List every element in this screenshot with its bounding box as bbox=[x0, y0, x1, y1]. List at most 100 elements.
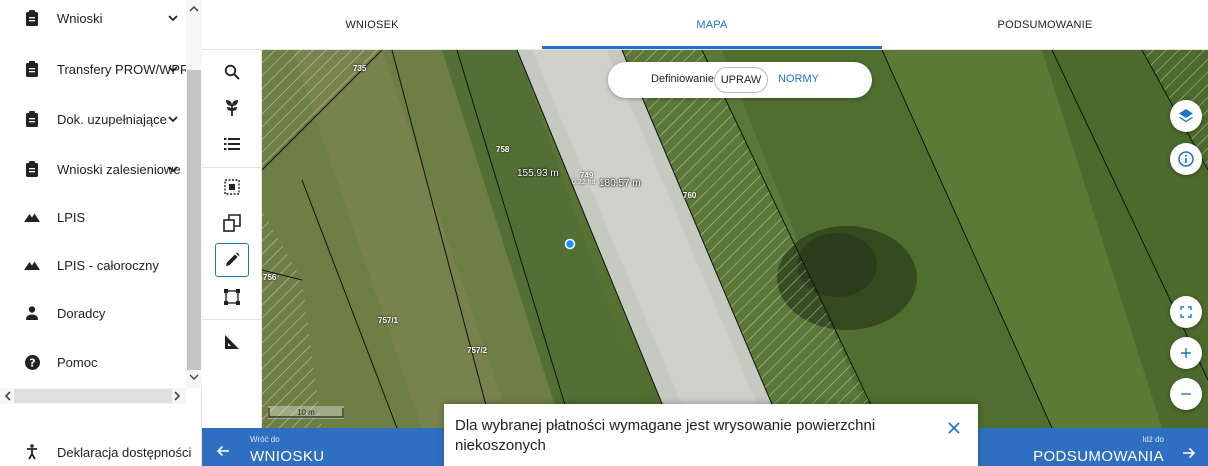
list-tool-button[interactable] bbox=[215, 127, 249, 161]
scrollbar-thumb[interactable] bbox=[14, 389, 172, 403]
person-icon bbox=[24, 304, 40, 322]
pencil-icon bbox=[226, 252, 240, 266]
back-to-wniosek-button[interactable]: Wróć do WNIOSKU bbox=[202, 428, 452, 466]
select-area-icon bbox=[224, 179, 240, 195]
parcel-label: 756 bbox=[263, 273, 277, 282]
map-toolbar bbox=[202, 50, 262, 428]
info-button[interactable] bbox=[1170, 143, 1202, 175]
measurement-label: 180.57 m bbox=[599, 178, 641, 189]
sidebar-item-doradcy[interactable]: Doradcy bbox=[0, 298, 186, 328]
scrollbar-thumb[interactable] bbox=[187, 70, 201, 370]
toolbar-divider bbox=[202, 167, 262, 168]
chevron-down-icon[interactable] bbox=[188, 372, 200, 382]
scale-label: 10 m bbox=[297, 408, 315, 417]
sidebar-item-dok-uzupelniajace[interactable]: Dok. uzupełniające bbox=[0, 104, 186, 134]
draw-tool-button[interactable] bbox=[215, 243, 249, 277]
accessibility-icon bbox=[24, 443, 40, 461]
help-icon: ? bbox=[24, 353, 40, 371]
tab-bar: WNIOSEK MAPA PODSUMOWANIE bbox=[202, 0, 1208, 50]
copy-shape-icon bbox=[223, 214, 241, 232]
next-small-label: Idź do bbox=[1142, 435, 1164, 444]
sidebar-item-lpis[interactable]: LPIS bbox=[0, 202, 186, 232]
sidebar-item-label: Wnioski zalesieniowe bbox=[57, 161, 181, 177]
tab-mapa[interactable]: MAPA bbox=[542, 0, 882, 50]
sidebar-item-wnioski-zalesieniowe[interactable]: Wnioski zalesieniowe bbox=[0, 154, 186, 184]
mountain-icon bbox=[24, 208, 40, 226]
back-big-label: WNIOSKU bbox=[250, 448, 325, 465]
close-icon bbox=[948, 422, 960, 434]
measurement-label: 155.93 m bbox=[517, 168, 559, 179]
go-to-podsumowanie-button[interactable]: Idź do PODSUMOWANIA bbox=[970, 428, 1208, 466]
layers-icon bbox=[1179, 109, 1193, 123]
parcel-label: 757/2 bbox=[467, 346, 488, 355]
definition-label: Definiowanie bbox=[651, 73, 714, 85]
sidebar-item-wnioski[interactable]: Wnioski bbox=[0, 3, 186, 33]
toast-close-button[interactable] bbox=[944, 418, 964, 438]
next-big-label: PODSUMOWANIA bbox=[1033, 448, 1164, 465]
sidebar-item-label: LPIS - całoroczny bbox=[57, 257, 159, 273]
sidebar: Wnioski Transfery PROW/WPR Dok. uzupełni… bbox=[0, 0, 202, 466]
sidebar-item-pomoc[interactable]: ? Pomoc bbox=[0, 347, 186, 377]
back-small-label: Wróć do bbox=[250, 435, 280, 444]
clipboard-icon bbox=[24, 60, 40, 78]
area-label: 0.22 ha bbox=[572, 179, 596, 186]
tab-wniosek[interactable]: WNIOSEK bbox=[202, 0, 542, 50]
plus-icon bbox=[1181, 348, 1191, 358]
sidebar-item-label: Pomoc bbox=[57, 354, 98, 370]
arrow-left-icon bbox=[216, 445, 229, 457]
sidebar-item-label: Wnioski bbox=[57, 10, 103, 26]
chevron-left-icon[interactable] bbox=[3, 391, 13, 401]
fullscreen-button[interactable] bbox=[1170, 296, 1202, 328]
chevron-down-icon bbox=[168, 166, 178, 173]
chevron-down-icon bbox=[168, 15, 178, 22]
definition-toggle: Definiowanie UPRAW NORMY bbox=[608, 62, 872, 98]
fullscreen-icon bbox=[1180, 306, 1192, 318]
definition-option-upraw[interactable]: UPRAW bbox=[714, 67, 768, 93]
app-root: Wnioski Transfery PROW/WPR Dok. uzupełni… bbox=[0, 0, 1208, 466]
parcel-label: 760 bbox=[683, 191, 697, 200]
search-tool-button[interactable] bbox=[215, 55, 249, 89]
list-icon bbox=[224, 138, 240, 150]
clipboard-icon bbox=[24, 9, 40, 27]
sidebar-item-label: Deklaracja dostępności bbox=[57, 445, 192, 460]
active-tab-indicator bbox=[542, 46, 882, 49]
toolbar-divider bbox=[202, 319, 262, 320]
sidebar-nav: Wnioski Transfery PROW/WPR Dok. uzupełni… bbox=[0, 0, 186, 388]
sidebar-item-label: LPIS bbox=[57, 209, 86, 225]
bounding-box-tool-button[interactable] bbox=[215, 280, 249, 314]
bounding-box-icon bbox=[224, 289, 240, 305]
minus-icon bbox=[1181, 393, 1191, 395]
toast-message: Dla wybranej płatności wymagane jest wry… bbox=[455, 417, 876, 454]
search-icon bbox=[224, 64, 240, 80]
sidebar-item-label: Dok. uzupełniające bbox=[57, 111, 167, 127]
notification-toast: Dla wybranej płatności wymagane jest wry… bbox=[444, 404, 978, 466]
zoom-in-button[interactable] bbox=[1170, 337, 1202, 369]
chevron-up-icon[interactable] bbox=[188, 4, 200, 14]
plant-icon bbox=[226, 100, 238, 116]
tab-podsumowanie[interactable]: PODSUMOWANIE bbox=[882, 0, 1208, 50]
ruler-icon bbox=[225, 335, 239, 349]
arrow-right-icon bbox=[1183, 447, 1196, 459]
info-icon bbox=[1178, 151, 1194, 167]
parcel-label: 758 bbox=[496, 145, 510, 154]
map-scale: 10 m bbox=[268, 406, 344, 419]
sidebar-item-lpis-caloroczny[interactable]: LPIS - całoroczny bbox=[0, 250, 186, 280]
sidebar-item-label: Doradcy bbox=[57, 305, 106, 321]
chevron-down-icon bbox=[168, 66, 178, 73]
chevron-right-icon[interactable] bbox=[172, 391, 182, 401]
select-area-tool-button[interactable] bbox=[215, 170, 249, 204]
svg-text:?: ? bbox=[29, 356, 35, 369]
sidebar-item-transfery[interactable]: Transfery PROW/WPR bbox=[0, 54, 186, 84]
plant-tool-button[interactable] bbox=[215, 90, 249, 124]
map-view[interactable]: 735 758 749 760 756 757/1 757/2 155.93 m… bbox=[262, 50, 1208, 428]
parcel-label: 757/1 bbox=[378, 316, 399, 325]
layers-button[interactable] bbox=[1170, 100, 1202, 132]
clipboard-icon bbox=[24, 160, 40, 178]
sidebar-item-accessibility[interactable]: Deklaracja dostępności bbox=[0, 438, 202, 466]
clipboard-icon bbox=[24, 110, 40, 128]
zoom-out-button[interactable] bbox=[1170, 378, 1202, 410]
definition-option-normy[interactable]: NORMY bbox=[778, 73, 819, 85]
ruler-tool-button[interactable] bbox=[215, 325, 249, 359]
parcel-label: 735 bbox=[353, 64, 367, 73]
copy-shape-tool-button[interactable] bbox=[215, 206, 249, 240]
